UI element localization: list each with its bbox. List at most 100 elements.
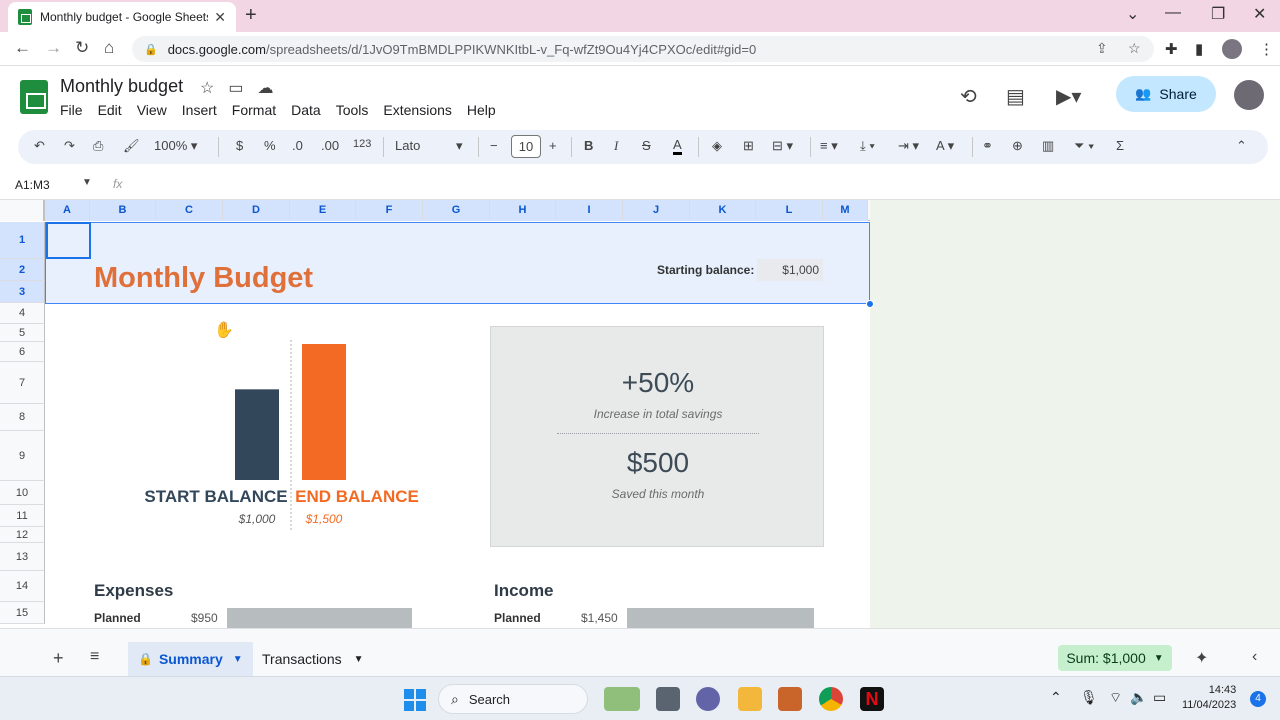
vertical-align-icon[interactable]: ⤓ ▾ xyxy=(860,138,875,154)
row-header-3[interactable]: 3 xyxy=(0,281,45,303)
paint-format-icon[interactable]: 🖌 xyxy=(123,138,140,154)
percent-format-button[interactable]: % xyxy=(264,138,276,153)
windows-start-icon[interactable] xyxy=(404,689,426,711)
insert-chart-icon[interactable]: ▥ xyxy=(1042,138,1054,154)
name-box[interactable]: A1:M3 xyxy=(15,178,50,192)
back-icon[interactable]: ← xyxy=(14,38,31,58)
chevron-down-icon[interactable]: ▼ xyxy=(233,654,243,665)
teams-chat-icon[interactable] xyxy=(696,687,720,711)
close-window-icon[interactable]: ✕ xyxy=(1253,4,1266,24)
currency-format-button[interactable]: $ xyxy=(236,138,243,153)
home-icon[interactable]: ⌂ xyxy=(104,38,114,58)
column-header-h[interactable]: H xyxy=(490,200,556,221)
active-cell[interactable] xyxy=(46,222,91,259)
column-header-d[interactable]: D xyxy=(223,200,290,221)
close-tab-icon[interactable]: ✕ xyxy=(214,9,226,26)
row-header-5[interactable]: 5 xyxy=(0,324,45,342)
column-header-f[interactable]: F xyxy=(356,200,423,221)
sheet-tab-transactions[interactable]: Transactions ▼ xyxy=(252,642,374,676)
row-header-9[interactable]: 9 xyxy=(0,431,45,481)
bold-button[interactable]: B xyxy=(584,138,593,153)
decrease-font-size-icon[interactable]: − xyxy=(490,138,498,153)
sheet-tab-summary[interactable]: 🔒 Summary ▼ xyxy=(128,642,253,676)
row-header-8[interactable]: 8 xyxy=(0,404,45,431)
menu-insert[interactable]: Insert xyxy=(182,102,217,118)
chevron-down-icon[interactable]: ▼ xyxy=(354,654,364,665)
select-all-corner[interactable] xyxy=(0,200,45,221)
task-view-icon[interactable] xyxy=(656,687,680,711)
menu-format[interactable]: Format xyxy=(232,102,276,118)
row-header-6[interactable]: 6 xyxy=(0,342,45,362)
share-page-icon[interactable]: ⇪ xyxy=(1096,40,1108,57)
wifi-icon[interactable]: ⌔ xyxy=(1109,689,1122,707)
column-header-b[interactable]: B xyxy=(90,200,156,221)
font-size-input[interactable]: 10 xyxy=(511,135,541,158)
add-sheet-icon[interactable]: + xyxy=(53,648,64,669)
tab-search-chevron-icon[interactable]: ⌄ xyxy=(1126,4,1139,24)
insert-comment-icon[interactable]: ⊕ xyxy=(1012,138,1023,154)
extensions-puzzle-icon[interactable]: ✚ xyxy=(1165,40,1178,58)
browser-tab[interactable]: Monthly budget - Google Sheets ✕ xyxy=(8,2,236,32)
store-icon[interactable] xyxy=(778,687,802,711)
row-header-2[interactable]: 2 xyxy=(0,259,45,281)
menu-file[interactable]: File xyxy=(60,102,83,118)
meet-camera-icon[interactable]: ▶▾ xyxy=(1056,84,1081,109)
text-rotation-button[interactable]: A ▾ xyxy=(936,138,954,154)
row-header-11[interactable]: 11 xyxy=(0,505,45,527)
print-icon[interactable]: ⎙ xyxy=(93,138,103,154)
all-sheets-icon[interactable]: ≡ xyxy=(90,648,99,666)
move-folder-icon[interactable]: ▭ xyxy=(228,78,243,98)
document-title[interactable]: Monthly budget xyxy=(60,76,183,97)
minimize-icon[interactable]: — xyxy=(1165,4,1181,22)
row-header-7[interactable]: 7 xyxy=(0,362,45,404)
menu-tools[interactable]: Tools xyxy=(336,102,369,118)
column-header-k[interactable]: K xyxy=(690,200,756,221)
horizontal-align-icon[interactable]: ≡ ▾ xyxy=(820,138,838,154)
functions-icon[interactable]: Σ xyxy=(1116,138,1124,153)
insert-link-icon[interactable]: ⚭ xyxy=(982,138,993,154)
italic-button[interactable]: I xyxy=(614,138,618,154)
explore-icon[interactable]: ✦ xyxy=(1195,648,1208,668)
font-dropdown-icon[interactable]: ▾ xyxy=(456,138,463,154)
horizontal-scrollbar[interactable] xyxy=(0,628,1280,640)
account-avatar[interactable] xyxy=(1234,80,1264,110)
font-select[interactable]: Lato xyxy=(395,138,420,153)
increase-decimal-button[interactable]: .00 xyxy=(321,138,339,153)
merge-cells-icon[interactable]: ⊟ ▾ xyxy=(772,138,793,154)
version-history-icon[interactable]: ⟲ xyxy=(960,84,977,109)
address-bar[interactable]: 🔒 docs.google.com/spreadsheets/d/1JvO9Tm… xyxy=(132,36,1154,62)
cloud-status-icon[interactable]: ☁ xyxy=(257,78,273,98)
increase-font-size-icon[interactable]: + xyxy=(549,138,557,153)
row-header-13[interactable]: 13 xyxy=(0,543,45,571)
menu-help[interactable]: Help xyxy=(467,102,496,118)
row-header-1[interactable]: 1 xyxy=(0,222,45,259)
text-color-button[interactable]: A xyxy=(673,138,682,155)
chrome-menu-icon[interactable]: ⋮ xyxy=(1259,40,1274,58)
menu-view[interactable]: View xyxy=(137,102,167,118)
redo-icon[interactable]: ↷ xyxy=(64,138,75,154)
borders-icon[interactable]: ⊞ xyxy=(743,138,754,154)
filter-icon[interactable]: ⏷ ▾ xyxy=(1074,138,1094,154)
bookmark-star-icon[interactable]: ☆ xyxy=(1128,40,1141,57)
battery-icon[interactable]: ▭ xyxy=(1153,689,1166,706)
menu-extensions[interactable]: Extensions xyxy=(383,102,451,118)
text-wrapping-icon[interactable]: ⇥ ▾ xyxy=(898,138,919,154)
fill-color-icon[interactable]: ◈ xyxy=(712,138,722,154)
more-formats-button[interactable]: 123 xyxy=(353,138,371,150)
sheets-logo-icon[interactable] xyxy=(20,80,48,114)
strikethrough-icon[interactable]: S xyxy=(642,138,651,153)
sum-indicator[interactable]: Sum: $1,000 ▼ xyxy=(1058,645,1172,671)
column-header-l[interactable]: L xyxy=(756,200,823,221)
star-icon[interactable]: ☆ xyxy=(200,78,214,98)
notification-badge[interactable]: 4 xyxy=(1250,691,1266,707)
column-header-j[interactable]: J xyxy=(623,200,690,221)
file-explorer-icon[interactable] xyxy=(738,687,762,711)
column-header-g[interactable]: G xyxy=(423,200,490,221)
profile-avatar[interactable] xyxy=(1222,39,1242,59)
name-box-dropdown-icon[interactable]: ▼ xyxy=(82,177,92,188)
forward-icon[interactable]: → xyxy=(45,38,62,58)
microphone-icon[interactable]: 🎙 xyxy=(1080,689,1098,706)
share-button[interactable]: 👥 Share xyxy=(1116,76,1216,112)
row-header-14[interactable]: 14 xyxy=(0,571,45,602)
tray-overflow-icon[interactable]: ⌃ xyxy=(1050,689,1062,706)
